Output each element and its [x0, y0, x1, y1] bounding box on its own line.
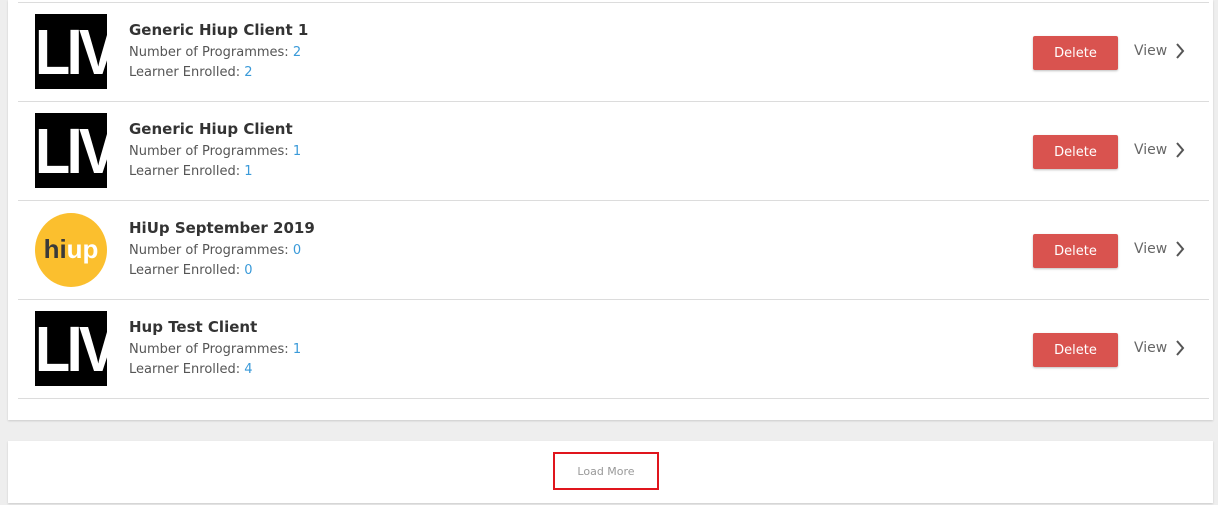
delete-button[interactable]: Delete [1033, 135, 1118, 169]
programmes-label: Number of Programmes: [129, 144, 293, 159]
view-link[interactable]: View [1134, 241, 1185, 257]
client-logo: LIV [35, 311, 107, 386]
client-row: LIV Hup Test Client Number of Programmes… [18, 300, 1209, 399]
delete-button[interactable]: Delete [1033, 234, 1118, 268]
load-more-button[interactable]: Load More [553, 452, 659, 490]
programmes-value: 2 [292, 45, 302, 60]
view-label: View [1134, 340, 1168, 356]
view-label: View [1134, 142, 1168, 158]
learners-count: Learner Enrolled: 1 [129, 162, 301, 182]
client-row: hi up HiUp September 2019 Number of Progr… [18, 201, 1209, 300]
chevron-right-icon [1176, 43, 1185, 59]
logo-text-up: up [66, 234, 99, 264]
client-name: HiUp September 2019 [129, 219, 315, 237]
load-more-card: Load More [8, 441, 1213, 503]
client-logo: hi up [35, 212, 107, 287]
chevron-right-icon [1176, 241, 1185, 257]
programmes-count: Number of Programmes: 2 [129, 43, 308, 63]
client-logo: LIV [35, 14, 107, 89]
client-info: Hup Test Client Number of Programmes: 1 … [129, 318, 301, 380]
client-list-card: LIV Generic Hiup Client 1 Number of Prog… [8, 0, 1213, 420]
programmes-label: Number of Programmes: [129, 45, 293, 60]
logo-text: LIV [35, 312, 107, 385]
learners-value: 0 [244, 263, 253, 278]
learners-label: Learner Enrolled: [129, 164, 245, 179]
learners-value: 2 [244, 65, 253, 80]
client-info: HiUp September 2019 Number of Programmes… [129, 219, 315, 281]
view-label: View [1134, 241, 1168, 257]
view-link[interactable]: View [1134, 142, 1185, 158]
client-logo: LIV [35, 113, 107, 188]
delete-button[interactable]: Delete [1033, 36, 1118, 70]
programmes-value: 1 [292, 144, 302, 159]
programmes-count: Number of Programmes: 0 [129, 241, 315, 261]
client-name: Generic Hiup Client 1 [129, 21, 309, 39]
view-link[interactable]: View [1134, 340, 1185, 356]
programmes-label: Number of Programmes: [129, 342, 293, 357]
logo-text: LIV [35, 15, 107, 88]
programmes-count: Number of Programmes: 1 [129, 340, 301, 360]
logo-text-hi: hi [43, 234, 67, 264]
programmes-count: Number of Programmes: 1 [129, 142, 301, 162]
logo-text: LIV [35, 114, 107, 187]
hiup-logo-circle: hi up [35, 212, 107, 287]
client-list: LIV Generic Hiup Client 1 Number of Prog… [18, 2, 1209, 399]
client-info: Generic Hiup Client 1 Number of Programm… [129, 21, 308, 83]
delete-button[interactable]: Delete [1033, 333, 1118, 367]
chevron-right-icon [1176, 142, 1185, 158]
client-row: LIV Generic Hiup Client Number of Progra… [18, 102, 1209, 201]
learners-count: Learner Enrolled: 4 [129, 360, 301, 380]
client-name: Generic Hiup Client [129, 120, 293, 138]
learners-value: 4 [244, 362, 253, 377]
programmes-value: 1 [292, 342, 302, 357]
view-link[interactable]: View [1134, 43, 1185, 59]
learners-label: Learner Enrolled: [129, 263, 245, 278]
client-info: Generic Hiup Client Number of Programmes… [129, 120, 301, 182]
learners-value: 1 [244, 164, 253, 179]
learners-label: Learner Enrolled: [129, 65, 245, 80]
chevron-right-icon [1176, 340, 1185, 356]
learners-count: Learner Enrolled: 0 [129, 261, 315, 281]
learners-count: Learner Enrolled: 2 [129, 63, 308, 83]
learners-label: Learner Enrolled: [129, 362, 245, 377]
view-label: View [1134, 43, 1168, 59]
client-row: LIV Generic Hiup Client 1 Number of Prog… [18, 2, 1209, 102]
client-name: Hup Test Client [129, 318, 258, 336]
programmes-label: Number of Programmes: [129, 243, 293, 258]
programmes-value: 0 [292, 243, 302, 258]
